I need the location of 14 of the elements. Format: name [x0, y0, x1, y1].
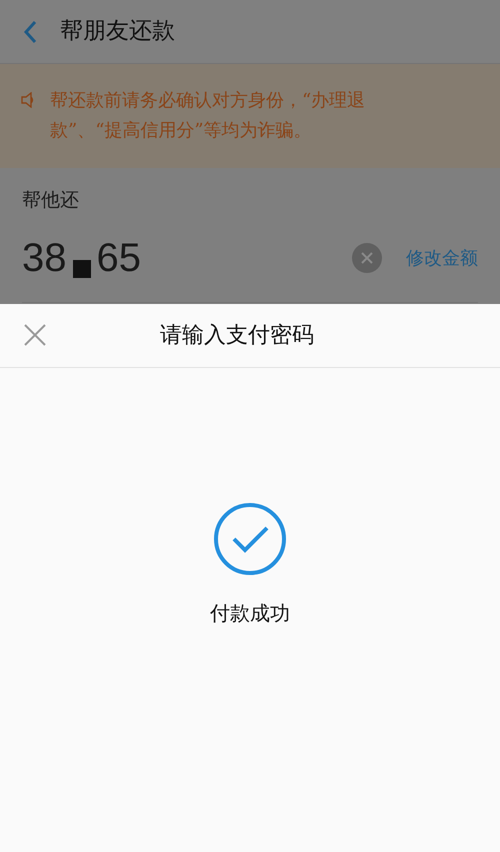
clear-button[interactable] — [352, 243, 382, 273]
edit-amount-link[interactable]: 修改金额 — [406, 244, 478, 272]
speaker-icon — [20, 92, 36, 108]
success-check-icon — [213, 502, 287, 576]
back-icon — [23, 20, 37, 44]
sheet-title: 请输入支付密码 — [160, 322, 314, 350]
clear-icon — [361, 252, 373, 264]
close-icon — [24, 324, 46, 346]
success-message: 付款成功 — [210, 600, 290, 626]
amount-text: 65 — [96, 235, 141, 282]
page-title: 帮朋友还款 — [60, 17, 175, 46]
repay-label: 帮他还 — [22, 188, 80, 213]
amount-text: 38 — [22, 235, 66, 282]
notice-text: 帮还款前请务必确认对方身份，“办理退款”、“提高信用分”等均为诈骗。 — [50, 89, 366, 143]
